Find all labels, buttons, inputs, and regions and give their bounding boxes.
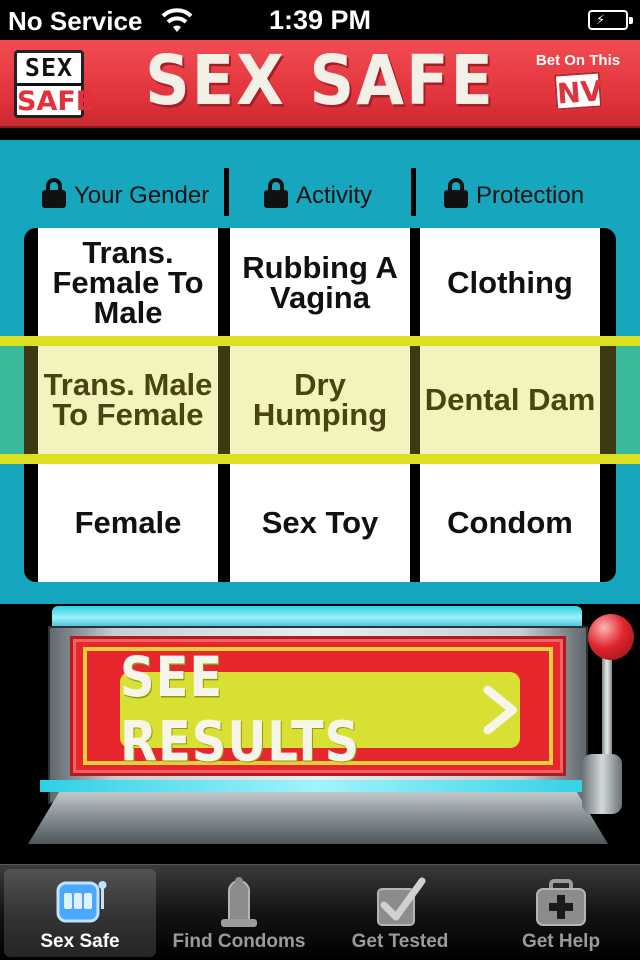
selection-separator — [24, 346, 38, 454]
column-label-gender: Your Gender — [74, 182, 210, 209]
column-divider — [224, 168, 229, 216]
reel-option[interactable]: Trans. Female To Male — [38, 228, 218, 338]
lock-icon — [42, 178, 66, 208]
lock-icon — [264, 178, 288, 208]
lever-mount — [582, 754, 622, 814]
tab-label: Get Help — [521, 931, 601, 952]
tab-bar: Sex Safe Find Condoms Get Tested Get Hel… — [0, 864, 640, 960]
tab-find-condoms[interactable]: Find Condoms — [164, 869, 314, 957]
selection-separator — [410, 346, 420, 454]
lock-icon — [444, 178, 468, 208]
selection-separator — [600, 346, 616, 454]
slot-machine-icon — [56, 881, 107, 923]
see-results-label: SEE RESULTS — [120, 645, 361, 775]
selected-activity[interactable]: Dry Humping — [230, 346, 410, 454]
selected-gender[interactable]: Trans. Male To Female — [38, 346, 218, 454]
tab-label: Sex Safe — [40, 931, 120, 952]
tab-sex-safe[interactable]: Sex Safe — [4, 869, 156, 957]
tab-get-tested[interactable]: Get Tested — [322, 869, 478, 957]
chevron-right-icon — [483, 685, 517, 735]
tab-label: Get Tested — [351, 931, 449, 952]
clock: 1:39 PM — [268, 5, 372, 35]
tab-label: Find Condoms — [172, 931, 306, 952]
reel-option[interactable]: Female — [38, 464, 218, 582]
column-header-protection[interactable]: Protection — [444, 168, 604, 218]
checkbox-icon — [377, 877, 426, 926]
selection-separator — [218, 346, 230, 454]
first-aid-kit-icon — [536, 879, 586, 926]
slot-machine: SEE RESULTS — [0, 604, 640, 864]
bet-on-this-nv-button[interactable]: Bet On This NV — [526, 52, 630, 122]
column-divider — [411, 168, 416, 216]
column-label-protection: Protection — [476, 182, 585, 209]
app-header: SEX SAFE SEX SAFE Bet On This NV — [0, 40, 640, 128]
reel-option[interactable]: Sex Toy — [230, 464, 410, 582]
selection-line-bottom — [0, 454, 640, 464]
reel-option[interactable]: Rubbing A Vagina — [230, 228, 410, 338]
picker-panel: Your Gender Activity Protection Trans. F… — [0, 140, 640, 604]
column-label-activity: Activity — [296, 182, 373, 209]
selection-band: Trans. Male To Female Dry Humping Dental… — [0, 336, 640, 464]
nv-badge: NV — [553, 71, 603, 111]
reel-option[interactable]: Clothing — [420, 228, 600, 338]
lever-knob[interactable] — [588, 614, 634, 660]
selection-edge-left — [0, 346, 24, 454]
selection-edge-right — [616, 346, 640, 454]
machine-base-trim — [40, 780, 596, 792]
reel-option[interactable]: Condom — [420, 464, 600, 582]
see-results-button[interactable]: SEE RESULTS — [120, 646, 520, 774]
condom-icon — [221, 877, 257, 927]
column-headers: Your Gender Activity Protection — [0, 168, 640, 218]
machine-base — [28, 786, 608, 844]
column-header-gender[interactable]: Your Gender — [42, 168, 214, 218]
column-header-activity[interactable]: Activity — [264, 168, 404, 218]
tab-get-help[interactable]: Get Help — [486, 869, 636, 957]
selection-line-top — [0, 336, 640, 346]
battery-charging-icon: ⚡ — [588, 10, 633, 30]
bet-on-this-label: Bet On This — [535, 52, 621, 69]
status-bar: No Service 1:39 PM ⚡ — [0, 0, 640, 40]
selected-protection[interactable]: Dental Dam — [420, 346, 600, 454]
